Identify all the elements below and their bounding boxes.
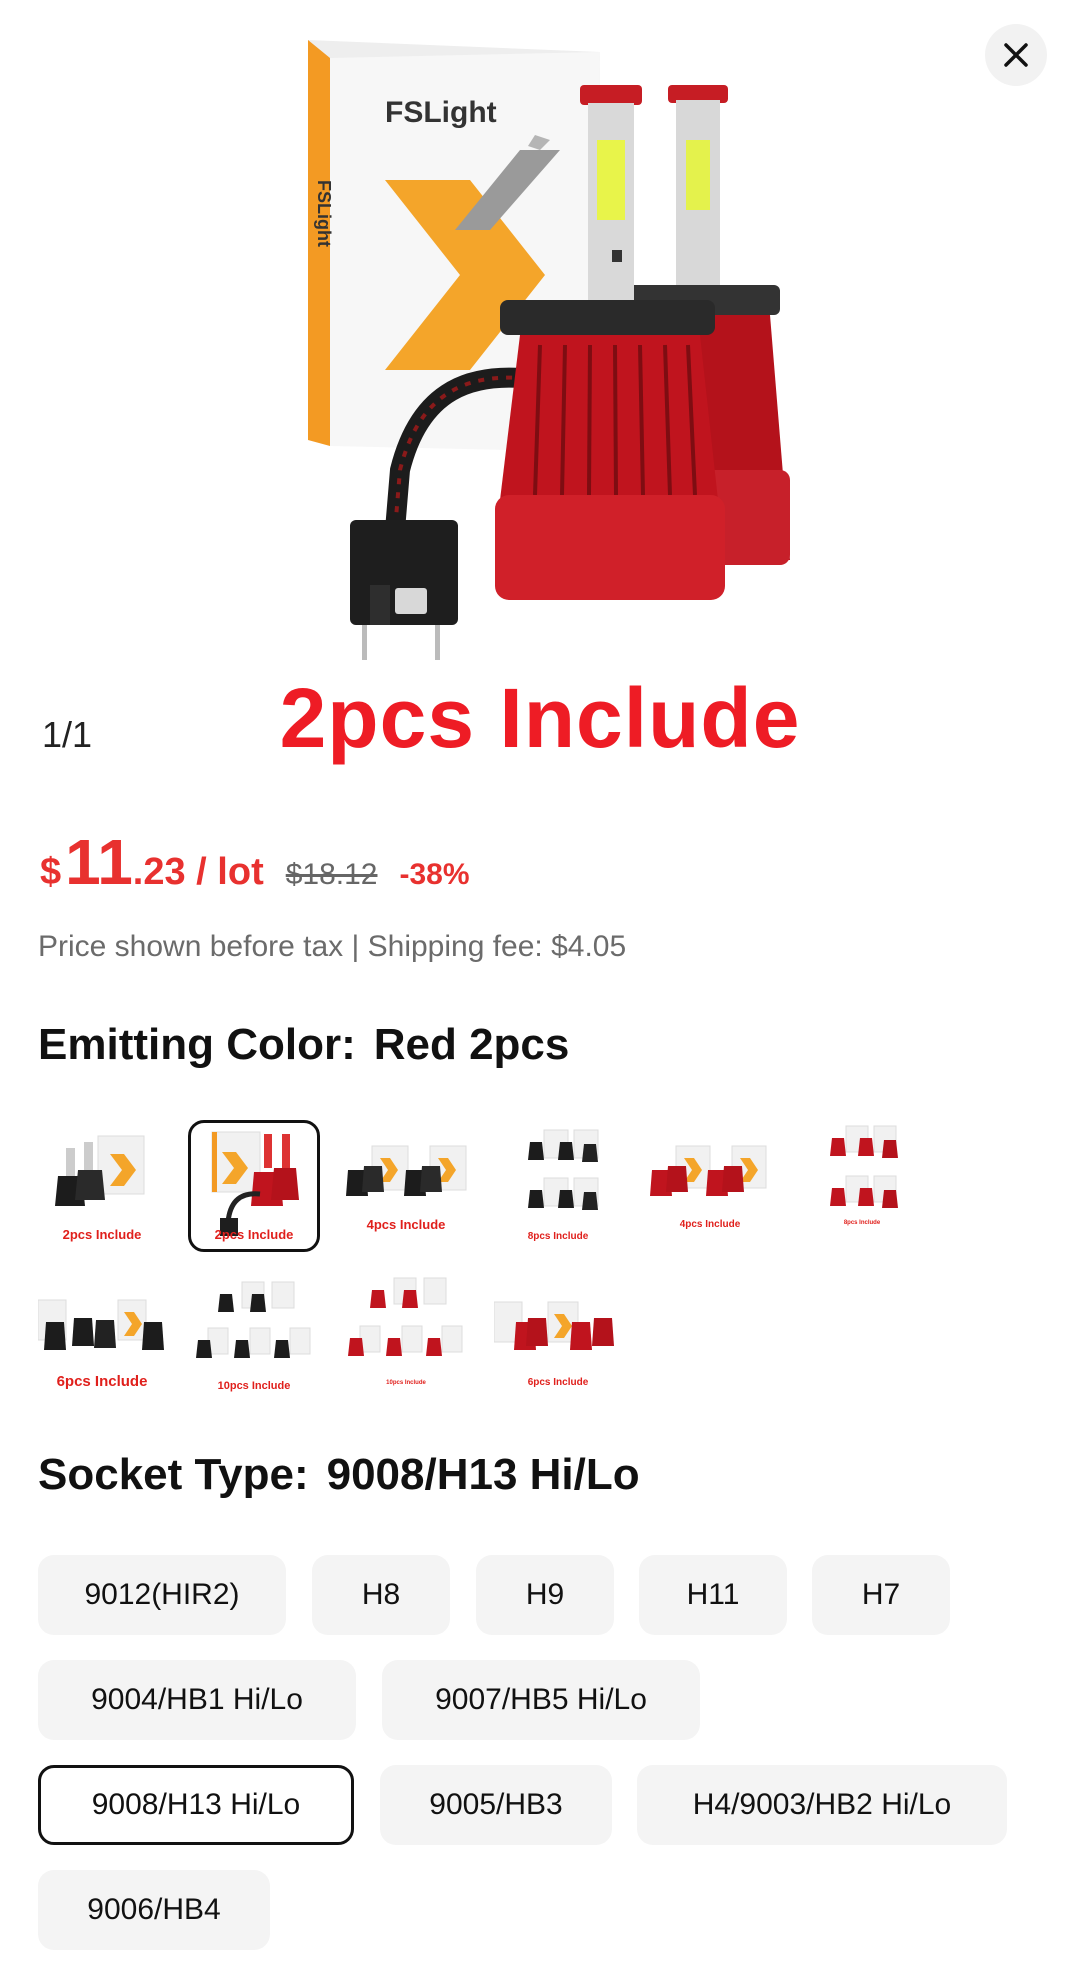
thumbnail-caption: 2pcs Include — [214, 1227, 294, 1242]
color-option[interactable]: 2pcs Include — [38, 1122, 166, 1250]
color-option[interactable]: 10pcs Include — [342, 1274, 470, 1402]
svg-text:FSLight: FSLight — [314, 180, 334, 247]
color-option[interactable]: 10pcs Include — [190, 1274, 318, 1402]
product-image[interactable]: FSLight FSLight 2pcs Include — [0, 0, 1080, 800]
original-price: $18.12 — [285, 858, 378, 891]
thumbnail-caption: 10pcs Include — [217, 1380, 291, 1392]
socket-option[interactable]: 9005/HB3 — [380, 1765, 612, 1845]
socket-option[interactable]: H9 — [476, 1555, 614, 1635]
close-button[interactable] — [985, 24, 1047, 86]
color-option[interactable]: 6pcs Include — [494, 1274, 622, 1402]
socket-option[interactable]: 9006/HB4 — [38, 1870, 270, 1950]
discount-badge: -38% — [399, 858, 470, 891]
emitting-color-label: Emitting Color: — [38, 1020, 356, 1069]
color-option[interactable]: 8pcs Include — [798, 1122, 926, 1250]
price-decimal-unit: .23 / lot — [132, 851, 264, 893]
thumbnail-caption: 6pcs Include — [527, 1377, 589, 1388]
socket-option[interactable]: 9004/HB1 Hi/Lo — [38, 1660, 356, 1740]
socket-option[interactable]: 9007/HB5 Hi/Lo — [382, 1660, 700, 1740]
socket-option[interactable]: H11 — [639, 1555, 787, 1635]
thumbnail-caption: 4pcs Include — [366, 1217, 446, 1232]
thumbnail-image — [830, 1125, 898, 1208]
socket-option[interactable]: H4/9003/HB2 Hi/Lo — [637, 1765, 1007, 1845]
color-option[interactable]: 4pcs Include — [646, 1122, 774, 1250]
thumbnail-caption: 2pcs Include — [62, 1227, 142, 1242]
svg-text:FSLight: FSLight — [385, 96, 497, 129]
tax-shipping-note: Price shown before tax | Shipping fee: $… — [38, 930, 627, 963]
emitting-color-value: Red 2pcs — [373, 1020, 570, 1069]
color-option-selected[interactable]: 2pcs Include — [188, 1120, 320, 1252]
emitting-color-heading: Emitting Color: Red 2pcs — [38, 1020, 569, 1070]
thumbnail-caption: 4pcs Include — [679, 1219, 741, 1230]
socket-option[interactable]: 9012(HIR2) — [38, 1555, 286, 1635]
socket-option[interactable]: H7 — [812, 1555, 950, 1635]
product-options-sheet: FSLight FSLight 2pcs Include 1/1 $ 11 .2… — [0, 0, 1080, 1975]
socket-option[interactable]: H8 — [312, 1555, 450, 1635]
close-icon — [1004, 43, 1028, 67]
image-caption: 2pcs Include — [279, 671, 801, 765]
thumbnail-caption: 8pcs Include — [843, 1220, 881, 1226]
price-currency: $ — [40, 851, 62, 893]
socket-option-selected[interactable]: 9008/H13 Hi/Lo — [38, 1765, 354, 1845]
price-integer: 11 — [65, 826, 133, 898]
price-row: $ 11 .23 / lot $18.12 -38% — [40, 825, 470, 905]
color-option[interactable]: 4pcs Include — [342, 1122, 470, 1250]
thumbnail-image — [650, 1145, 767, 1196]
thumbnail-caption: 10pcs Include — [386, 1380, 426, 1386]
color-option[interactable]: 8pcs Include — [494, 1122, 622, 1250]
color-option[interactable]: 6pcs Include — [38, 1274, 166, 1402]
socket-type-value: 9008/H13 Hi/Lo — [326, 1450, 640, 1499]
thumbnail-caption: 8pcs Include — [527, 1231, 589, 1242]
thumbnail-caption: 6pcs Include — [56, 1373, 148, 1390]
socket-type-label: Socket Type: — [38, 1450, 309, 1499]
socket-type-heading: Socket Type: 9008/H13 Hi/Lo — [38, 1450, 640, 1500]
image-counter: 1/1 — [42, 714, 93, 755]
